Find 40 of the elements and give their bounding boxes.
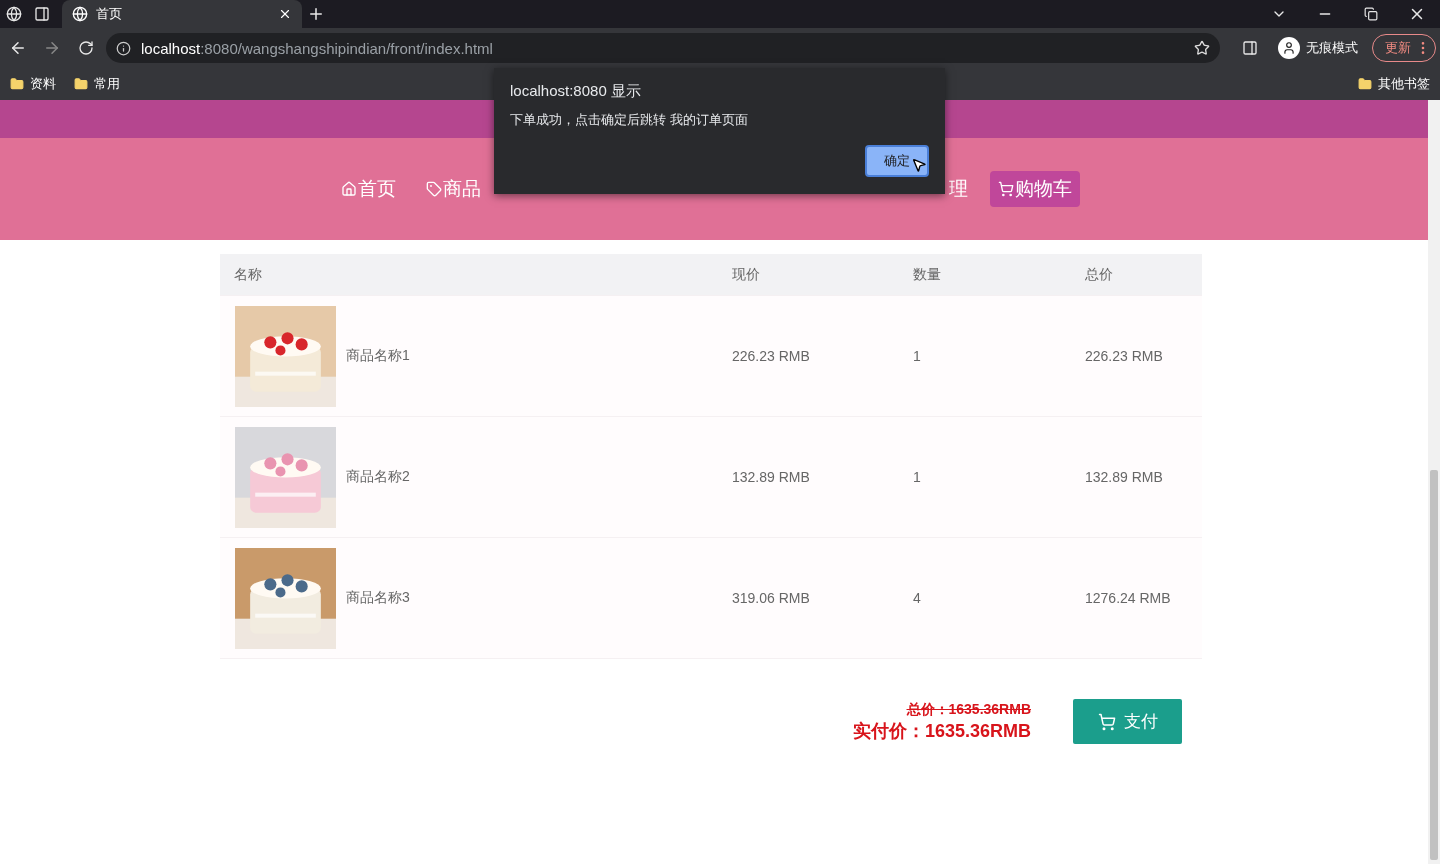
paid-total: 实付价：1635.36RMB [852,719,1031,743]
table-cell-text: 4 [912,590,922,606]
table-cell-text: 319.06 RMB [731,590,811,606]
column-header: 现价 [731,265,761,284]
nav-item[interactable]: 购物车 [990,171,1080,207]
column-header: 名称 [233,265,263,284]
bookmark[interactable]: 资料 [10,75,56,93]
star-icon[interactable] [1194,40,1210,56]
ok-button[interactable]: 确定 [865,145,929,177]
folder-icon [74,77,88,91]
folder-icon [10,77,24,91]
table-cell-text: 226.23 RMB [731,348,811,364]
globe-icon [72,6,88,22]
cart-icon [1097,712,1116,731]
table-cell-text: 226.23 RMB [1084,348,1164,364]
original-total: 总价：1635.36RMB [906,700,1031,719]
folder-icon [1358,77,1372,91]
cart-icon [998,181,1014,197]
table-cell-text: 1 [912,469,922,485]
column-header: 数量 [912,265,942,284]
profile-button[interactable]: 无痕模式 [1270,37,1366,59]
table-cell: 商品名称1 [346,347,410,365]
home-icon [341,181,357,197]
column-header: 总价 [1084,265,1114,284]
bookmark[interactable]: 常用 [74,75,120,93]
bookmark[interactable]: 其他书签 [1358,75,1430,93]
table-cell-text: 1 [912,348,922,364]
table-cell: 商品名称3 [346,589,410,607]
cursor-icon [911,157,927,173]
tag-icon [426,181,442,197]
table-cell: 商品名称2 [346,468,410,486]
table-cell-text: 1276.24 RMB [1084,590,1172,606]
browser-tab[interactable]: 首页 [62,0,302,28]
dialog-message: 下单成功，点击确定后跳转 我的订单页面 [510,111,749,129]
table-cell-text: 132.89 RMB [731,469,811,485]
close-icon[interactable] [278,7,292,21]
address-bar[interactable]: localhost:8080/wangshangshipindian/front/index.html [106,33,1220,63]
table-cell-text: 132.89 RMB [1084,469,1164,485]
dialog-title: localhost:8080 显示 [510,82,642,101]
info-icon[interactable] [116,40,131,56]
